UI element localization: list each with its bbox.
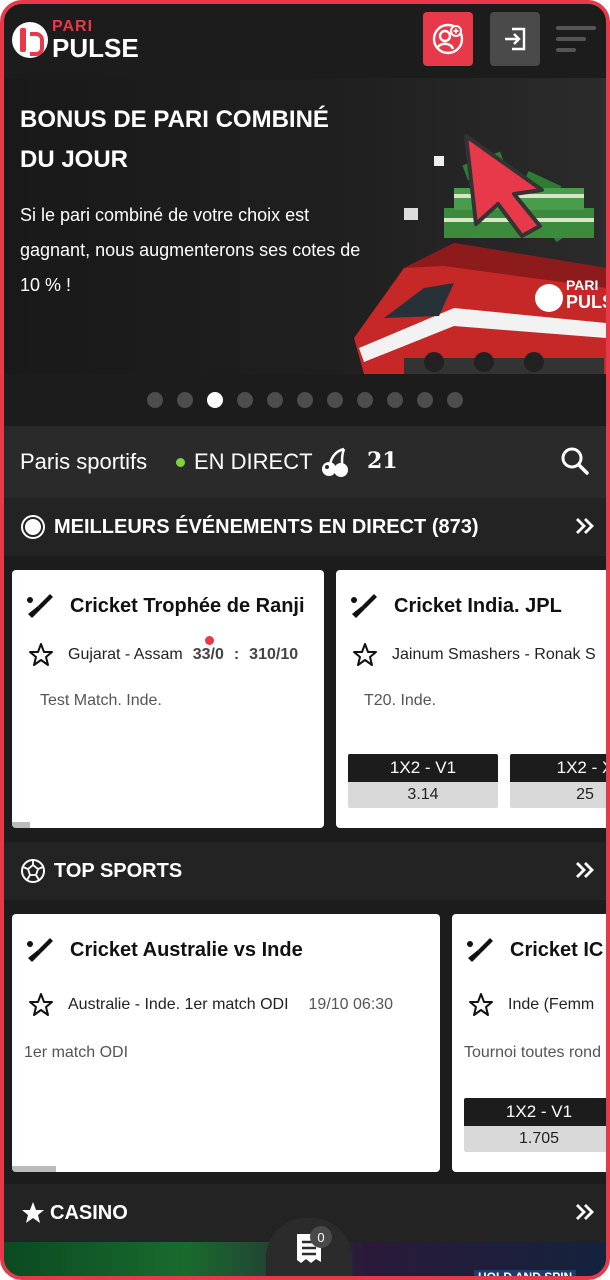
register-button[interactable] [423, 12, 473, 66]
section-casino-title: CASINO [50, 1201, 128, 1224]
hamburger-menu-icon[interactable] [556, 26, 596, 56]
section-live-title: MEILLEURS ÉVÉNEMENTS EN DIRECT (873) [54, 515, 479, 538]
event-line: Inde (Femm [468, 992, 594, 1018]
card-header: Cricket India. JPL [350, 592, 562, 620]
pagination-dot[interactable] [327, 392, 343, 408]
event-subtitle: 1er match ODI [24, 1044, 129, 1061]
odd-button[interactable]: 1X2 - X 25 [510, 754, 606, 808]
event-card[interactable]: Cricket Australie vs Inde Australie - In… [12, 914, 440, 1172]
card-scroll-indicator [12, 1166, 56, 1172]
star-icon[interactable] [468, 992, 494, 1018]
event-teams: Jainum Smashers - Ronak S [392, 646, 596, 663]
star-icon[interactable] [352, 642, 378, 668]
card-title: Cricket IC [510, 938, 604, 961]
cherry-icon[interactable] [320, 446, 350, 478]
pagination-dot[interactable] [207, 392, 223, 408]
nav-sports-betting[interactable]: Paris sportifs [20, 449, 147, 475]
card-title: Cricket India. JPL [394, 594, 562, 617]
promo-banner[interactable]: BONUS DE PARI COMBINÉ DU JOUR Si le pari… [4, 78, 606, 374]
login-button[interactable] [490, 12, 540, 66]
event-line: Jainum Smashers - Ronak S [352, 642, 596, 668]
odd-label: 1X2 - V1 [464, 1098, 606, 1126]
live-events-carousel[interactable]: Cricket Trophée de Ranji Gujarat - Assam… [4, 556, 606, 842]
live-indicator-dot [204, 636, 214, 645]
app-frame: PARI PULSE BONUS DE PARI COMBINÉ DU JOUR… [0, 0, 610, 1280]
casino-game-label[interactable]: HOLD AND SPIN [474, 1270, 577, 1276]
nav-blackjack[interactable]: 21 [367, 448, 398, 474]
event-card[interactable]: Cricket Trophée de Ranji Gujarat - Assam… [12, 570, 324, 828]
score-separator: : [233, 646, 240, 663]
soccer-ball-icon [21, 859, 45, 883]
main-nav: Paris sportifs EN DIRECT 21 [4, 426, 606, 498]
odd-value: 1.705 [464, 1126, 606, 1152]
cricket-bat-icon [27, 594, 53, 618]
event-subtitle: T20. Inde. [364, 692, 437, 709]
card-header: Cricket Trophée de Ranji [26, 592, 305, 620]
odd-label: 1X2 - V1 [348, 754, 498, 782]
nav-live[interactable]: EN DIRECT [176, 449, 313, 475]
event-subtitle: Test Match. Inde. [40, 692, 162, 709]
pagination-dot[interactable] [417, 392, 433, 408]
live-dot-icon [176, 457, 185, 467]
odd-value: 25 [510, 782, 606, 808]
card-title: Cricket Australie vs Inde [70, 938, 303, 961]
cricket-bat-icon [467, 938, 493, 962]
pagination-dot[interactable] [237, 392, 253, 408]
odd-value: 3.14 [348, 782, 498, 808]
card-title: Cricket Trophée de Ranji [70, 594, 305, 617]
pagination-dot[interactable] [267, 392, 283, 408]
star-icon[interactable] [28, 642, 54, 668]
event-time: 19/10 06:30 [308, 996, 394, 1013]
star-icon[interactable] [28, 992, 54, 1018]
brand-logo[interactable]: PARI PULSE [12, 18, 139, 62]
card-scroll-indicator [12, 822, 30, 828]
event-teams: Australie - Inde. 1er match ODI [68, 996, 289, 1013]
score-away: 310/10 [249, 646, 299, 663]
event-teams: Gujarat - Assam [68, 646, 183, 663]
search-icon[interactable] [560, 446, 590, 476]
pagination-dot[interactable] [297, 392, 313, 408]
cricket-bat-icon [27, 938, 53, 962]
section-top-sports-header[interactable]: TOP SPORTS [4, 842, 606, 900]
logo-text: PARI PULSE [52, 18, 139, 63]
card-header: Cricket Australie vs Inde [26, 936, 303, 964]
live-radio-icon [21, 515, 45, 539]
event-line: Gujarat - Assam 33/0 : 310/10 [28, 636, 299, 668]
score-home: 33/0 [193, 636, 224, 664]
pagination-dot[interactable] [387, 392, 403, 408]
event-teams: Inde (Femm [508, 996, 595, 1013]
nav-live-label: EN DIRECT [194, 449, 313, 474]
pagination-dot[interactable] [147, 392, 163, 408]
banner-pagination [4, 374, 606, 426]
banner-text: Si le pari combiné de votre choix est ga… [20, 205, 361, 295]
section-live-header[interactable]: MEILLEURS ÉVÉNEMENTS EN DIRECT (873) [4, 498, 606, 556]
event-card[interactable]: Cricket IC Inde (Femm Tournoi toutes ron… [452, 914, 606, 1172]
chevron-double-right-icon[interactable] [574, 858, 596, 882]
star-filled-icon [22, 1202, 44, 1223]
event-subtitle: Tournoi toutes rond [464, 1044, 601, 1061]
header: PARI PULSE [4, 4, 606, 78]
pagination-dot[interactable] [447, 392, 463, 408]
card-header: Cricket IC [466, 936, 603, 964]
event-line: Australie - Inde. 1er match ODI 19/10 06… [28, 992, 393, 1018]
pagination-dot[interactable] [177, 392, 193, 408]
odd-button[interactable]: 1X2 - V1 1.705 [464, 1098, 606, 1152]
section-top-sports-title: TOP SPORTS [54, 859, 183, 882]
login-icon [505, 27, 526, 51]
pointer-arrow-icon [464, 134, 544, 238]
odd-label: 1X2 - X [510, 754, 606, 782]
logo-mark-icon [12, 22, 48, 58]
top-sports-carousel[interactable]: Cricket Australie vs Inde Australie - In… [4, 900, 606, 1184]
banner-title: BONUS DE PARI COMBINÉ DU JOUR [20, 106, 329, 173]
betslip-count-badge: 0 [310, 1226, 332, 1248]
chevron-double-right-icon[interactable] [574, 1200, 596, 1224]
pagination-dot[interactable] [357, 392, 373, 408]
train-brand-bottom: PULSE [566, 292, 606, 312]
train-brand-top: PARI [566, 277, 598, 293]
user-add-icon [432, 23, 464, 55]
chevron-double-right-icon[interactable] [574, 514, 596, 538]
cricket-bat-icon [351, 594, 377, 618]
odd-button[interactable]: 1X2 - V1 3.14 [348, 754, 498, 808]
event-card[interactable]: Cricket India. JPL Jainum Smashers - Ron… [336, 570, 606, 828]
